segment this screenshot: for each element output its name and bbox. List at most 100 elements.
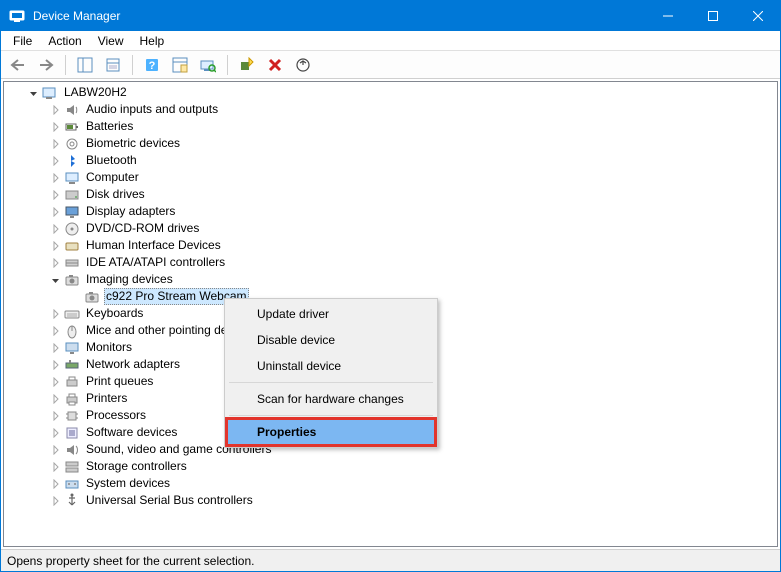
action-toolbar-button[interactable] [169,54,191,76]
tree-category-system-devices[interactable]: System devices [48,475,777,492]
properties-toolbar-button[interactable] [102,54,124,76]
tree-expander-icon[interactable] [48,408,64,424]
update-driver-button[interactable] [292,54,314,76]
tree-expander-icon[interactable] [48,272,64,288]
tree-category-label: Storage controllers [84,458,189,475]
tree-category-label: Bluetooth [84,152,139,169]
tree-expander-icon[interactable] [26,85,42,101]
svg-text:?: ? [149,60,156,72]
tree-category-label: Software devices [84,424,179,441]
close-button[interactable] [735,1,780,31]
disk-icon [64,187,80,203]
uninstall-button[interactable] [264,54,286,76]
tree-category-label: IDE ATA/ATAPI controllers [84,254,227,271]
tree-root-label: LABW20H2 [62,84,129,101]
minimize-button[interactable] [645,1,690,31]
keyboard-icon [64,306,80,322]
tree-root[interactable]: LABW20H2 [26,84,777,101]
tree-expander-icon[interactable] [48,323,64,339]
tree-category-label: Universal Serial Bus controllers [84,492,255,509]
tree-expander-icon[interactable] [48,306,64,322]
tree-category-storage-controllers[interactable]: Storage controllers [48,458,777,475]
storage-icon [64,459,80,475]
tree-category-human-interface-devices[interactable]: Human Interface Devices [48,237,777,254]
tree-category-label: Human Interface Devices [84,237,223,254]
tree-expander-icon[interactable] [48,391,64,407]
scan-hardware-button[interactable] [197,54,219,76]
tree-category-label: DVD/CD-ROM drives [84,220,201,237]
audio-icon [64,102,80,118]
menu-view[interactable]: View [90,32,132,50]
network-icon [64,357,80,373]
tree-expander-icon[interactable] [48,204,64,220]
computer-icon [64,170,80,186]
menu-action[interactable]: Action [40,32,89,50]
system-icon [64,476,80,492]
webcam-icon [84,289,100,305]
tree-category-disk-drives[interactable]: Disk drives [48,186,777,203]
context-scan-hardware[interactable]: Scan for hardware changes [227,386,435,412]
tree-expander-icon[interactable] [48,493,64,509]
show-hide-tree-button[interactable] [74,54,96,76]
tree-expander-icon[interactable] [48,153,64,169]
context-update-driver[interactable]: Update driver [227,301,435,327]
tree-expander-spacer [68,289,84,305]
add-legacy-button[interactable] [236,54,258,76]
tree-category-display-adapters[interactable]: Display adapters [48,203,777,220]
tree-category-label: System devices [84,475,172,492]
forward-button[interactable] [35,54,57,76]
tree-expander-icon[interactable] [48,170,64,186]
tree-category-audio-inputs-and-outputs[interactable]: Audio inputs and outputs [48,101,777,118]
bluetooth-icon [64,153,80,169]
software-icon [64,425,80,441]
tree-expander-icon[interactable] [48,374,64,390]
device-tree-pane[interactable]: LABW20H2Audio inputs and outputsBatterie… [3,81,778,547]
menu-file[interactable]: File [5,32,40,50]
display-icon [64,204,80,220]
tree-expander-icon[interactable] [48,102,64,118]
tree-category-ide-ata-atapi-controllers[interactable]: IDE ATA/ATAPI controllers [48,254,777,271]
context-disable-device[interactable]: Disable device [227,327,435,353]
window-buttons [645,1,780,31]
tree-expander-icon[interactable] [48,238,64,254]
menu-help[interactable]: Help [132,32,173,50]
tree-category-computer[interactable]: Computer [48,169,777,186]
usb-icon [64,493,80,509]
context-properties[interactable]: Properties [227,419,435,445]
tree-category-label: Disk drives [84,186,147,203]
toolbar-separator [227,55,228,75]
statusbar: Opens property sheet for the current sel… [1,549,780,571]
monitor-icon [64,340,80,356]
tree-expander-icon[interactable] [48,476,64,492]
tree-expander-icon[interactable] [48,340,64,356]
tree-category-label: Print queues [84,373,155,390]
tree-expander-icon[interactable] [48,425,64,441]
tree-expander-icon[interactable] [48,459,64,475]
tree-category-imaging-devices[interactable]: Imaging devices [48,271,777,288]
tree-category-batteries[interactable]: Batteries [48,118,777,135]
menubar: File Action View Help [1,31,780,51]
tree-category-biometric-devices[interactable]: Biometric devices [48,135,777,152]
ide-icon [64,255,80,271]
context-menu: Update driver Disable device Uninstall d… [224,298,438,448]
dvd-icon [64,221,80,237]
tree-category-dvd-cd-rom-drives[interactable]: DVD/CD-ROM drives [48,220,777,237]
tree-expander-icon[interactable] [48,136,64,152]
tree-expander-icon[interactable] [48,221,64,237]
mouse-icon [64,323,80,339]
window-title: Device Manager [33,9,645,23]
help-toolbar-button[interactable]: ? [141,54,163,76]
tree-category-label: Keyboards [84,305,145,322]
tree-category-label: Printers [84,390,129,407]
tree-expander-icon[interactable] [48,255,64,271]
maximize-button[interactable] [690,1,735,31]
tree-expander-icon[interactable] [48,442,64,458]
tree-expander-icon[interactable] [48,357,64,373]
back-button[interactable] [7,54,29,76]
tree-expander-icon[interactable] [48,187,64,203]
tree-category-bluetooth[interactable]: Bluetooth [48,152,777,169]
context-uninstall-device[interactable]: Uninstall device [227,353,435,379]
tree-expander-icon[interactable] [48,119,64,135]
toolbar-separator [132,55,133,75]
tree-category-universal-serial-bus-controllers[interactable]: Universal Serial Bus controllers [48,492,777,509]
